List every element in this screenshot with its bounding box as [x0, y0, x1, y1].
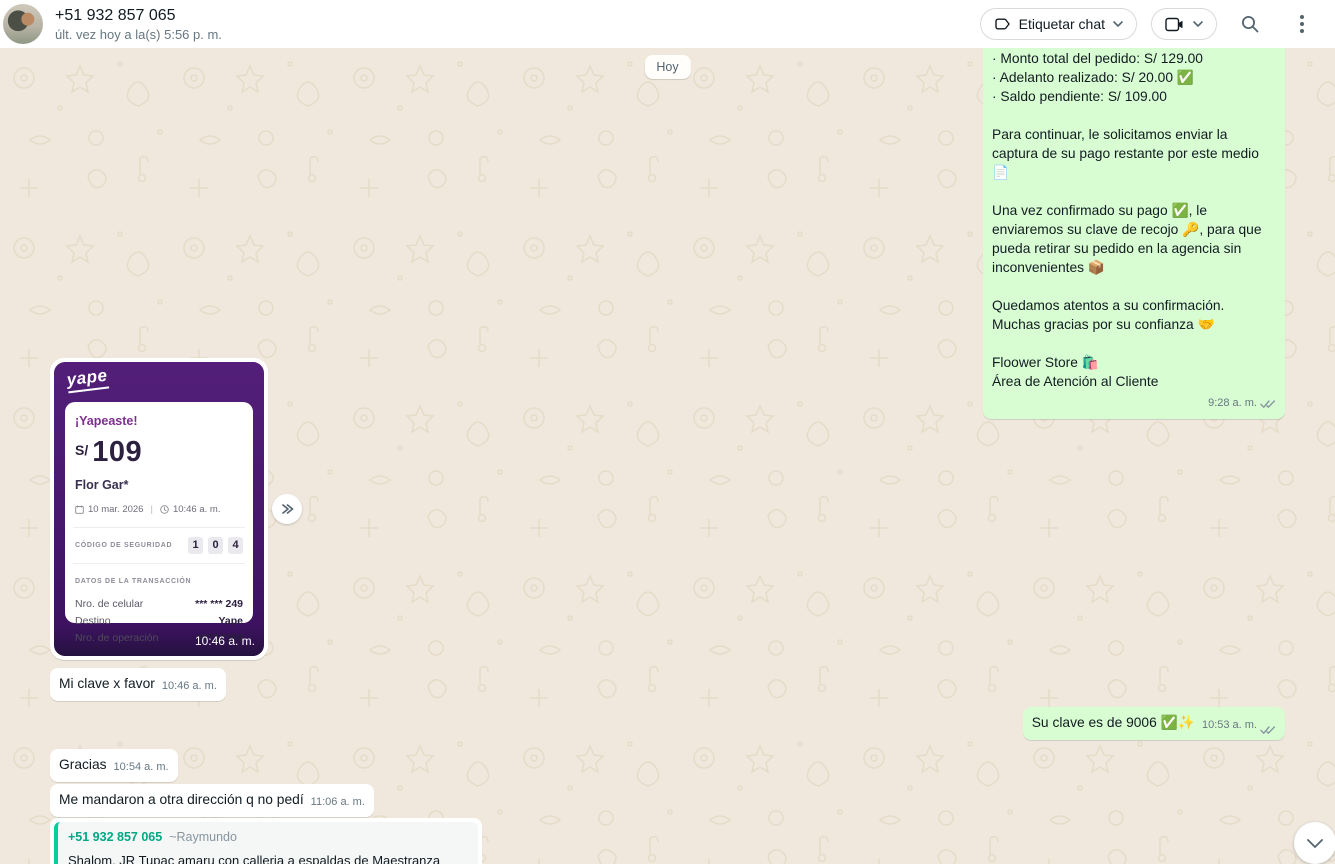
- security-code-label: CÓDIGO DE SEGURIDAD: [75, 536, 172, 555]
- message-text: Mi clave x favor: [59, 674, 155, 693]
- transaction-data-label: DATOS DE LA TRANSACCIÓN: [75, 572, 243, 591]
- message-text: Su clave es de 9006 ✅✨: [1032, 713, 1195, 732]
- contact-last-seen: últ. vez hoy a la(s) 5:56 p. m.: [55, 26, 222, 44]
- payee-name: Flor Gar*: [75, 476, 243, 495]
- message-yape-receipt-image[interactable]: yape ¡Yapeaste! S/ 109 Flor Gar* 10 mar.…: [50, 358, 268, 660]
- message-time: 10:46 a. m.: [162, 677, 217, 696]
- message-order-summary[interactable]: · Monto total del pedido: S/ 129.00 · Ad…: [983, 48, 1285, 419]
- label-icon: [994, 16, 1011, 32]
- message-text: Para continuar, le solicitamos enviar la…: [992, 125, 1276, 182]
- message-text: Una vez confirmado su pago ✅, le enviare…: [992, 201, 1276, 277]
- forward-button[interactable]: [272, 494, 302, 524]
- receipt-date: 10 mar. 2026: [88, 500, 143, 519]
- quoted-message[interactable]: +51 932 857 065 ~Raymundo Shalom, JR Tup…: [54, 822, 478, 864]
- contact-avatar[interactable]: [3, 4, 43, 44]
- image-message-time: 10:46 a. m.: [195, 632, 255, 651]
- clock-icon: [160, 505, 169, 514]
- message-text: · Monto total del pedido: S/ 129.00 · Ad…: [992, 49, 1276, 106]
- chevron-down-icon: [1193, 21, 1203, 27]
- contact-name: +51 932 857 065: [55, 5, 222, 26]
- double-check-icon: [1260, 399, 1276, 409]
- message-text: Floower Store 🛍️ Área de Atención al Cli…: [992, 353, 1276, 391]
- message-time: 11:06 a. m.: [311, 793, 365, 812]
- amount: 109: [92, 438, 142, 467]
- yape-receipt: yape ¡Yapeaste! S/ 109 Flor Gar* 10 mar.…: [54, 362, 264, 656]
- message-with-quote[interactable]: +51 932 857 065 ~Raymundo Shalom, JR Tup…: [50, 818, 482, 864]
- forward-icon: [279, 502, 295, 516]
- security-digit: 4: [228, 537, 243, 554]
- message-time: 10:53 a. m.: [1202, 716, 1257, 735]
- label-chat-text: Etiquetar chat: [1019, 16, 1105, 32]
- receipt-time: 10:46 a. m.: [173, 500, 221, 519]
- quote-sender: +51 932 857 065: [68, 828, 162, 847]
- contact-info[interactable]: +51 932 857 065 últ. vez hoy a la(s) 5:5…: [55, 5, 222, 44]
- double-check-icon: [1260, 725, 1276, 735]
- message-time: 9:28 a. m.: [1208, 394, 1257, 413]
- message-time: 10:54 a. m.: [114, 758, 169, 777]
- chevron-down-icon: [1306, 838, 1324, 849]
- currency: S/: [75, 441, 88, 460]
- message-thanks[interactable]: Gracias 10:54 a. m.: [50, 749, 178, 782]
- row-value: *** *** 249: [195, 596, 243, 613]
- yape-title: ¡Yapeaste!: [75, 412, 243, 431]
- message-key-request[interactable]: Mi clave x favor 10:46 a. m.: [50, 668, 226, 701]
- chevron-down-icon: [1113, 21, 1123, 27]
- scroll-to-bottom-button[interactable]: [1294, 822, 1335, 864]
- message-list: Hoy · Monto total del pedido: S/ 129.00 …: [0, 48, 1335, 864]
- row-label: Nro. de celular: [75, 596, 143, 613]
- whatsapp-chat-window: +51 932 857 065 últ. vez hoy a la(s) 5:5…: [0, 0, 1335, 864]
- label-chat-button[interactable]: Etiquetar chat: [980, 8, 1137, 40]
- message-wrong-address[interactable]: Me mandaron a otra dirección q no pedí 1…: [50, 784, 374, 817]
- quote-text: Shalom, JR Tupac amaru con calleria a es…: [68, 851, 468, 864]
- separator: |: [150, 500, 152, 519]
- message-text: Gracias: [59, 755, 107, 774]
- yape-logo: yape: [66, 367, 109, 393]
- video-call-button[interactable]: [1151, 8, 1217, 40]
- search-icon[interactable]: [1231, 5, 1269, 43]
- yape-card: ¡Yapeaste! S/ 109 Flor Gar* 10 mar. 2026…: [65, 402, 253, 623]
- kebab-menu-icon[interactable]: [1283, 5, 1321, 43]
- date-divider: Hoy: [644, 55, 690, 79]
- security-digit: 1: [188, 537, 203, 554]
- chat-header: +51 932 857 065 últ. vez hoy a la(s) 5:5…: [0, 0, 1335, 48]
- message-text: Quedamos atentos a su confirmación. Much…: [992, 296, 1276, 334]
- video-call-icon: [1165, 17, 1185, 32]
- message-key-reply[interactable]: Su clave es de 9006 ✅✨ 10:53 a. m.: [1023, 707, 1285, 740]
- quote-sender-suffix: ~Raymundo: [169, 828, 237, 847]
- security-digit: 0: [208, 537, 223, 554]
- calendar-icon: [75, 505, 84, 514]
- message-text: Me mandaron a otra dirección q no pedí: [59, 790, 304, 809]
